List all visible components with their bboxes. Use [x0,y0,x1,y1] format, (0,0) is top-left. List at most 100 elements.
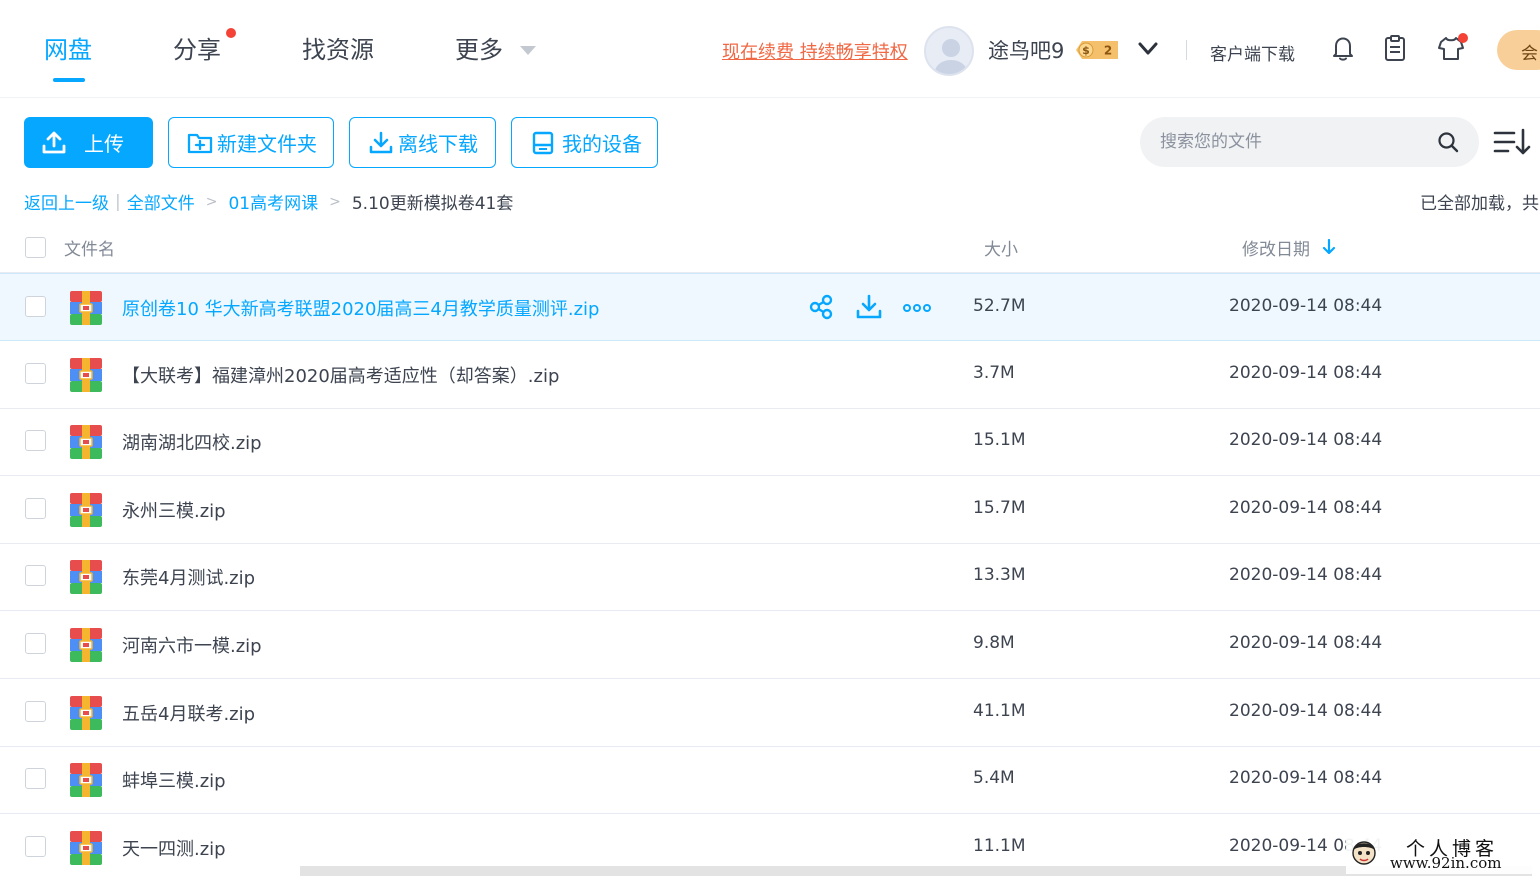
file-size: 15.7M [973,497,1026,518]
upload-button[interactable]: 上传 [24,117,153,168]
svg-text:$: $ [1082,44,1090,57]
column-header-size[interactable]: 大小 [984,235,1018,260]
file-row[interactable]: 河南六市一模.zip 9.8M 2020-09-14 08:44 [0,611,1540,679]
nav-tab-share[interactable]: 分享 [173,30,221,65]
file-name[interactable]: 原创卷10 华大新高考联盟2020届高三4月教学质量测评.zip [122,295,599,321]
loaded-status-text: 已全部加载，共 [1420,194,1539,214]
zip-file-icon [70,628,102,662]
zip-file-icon [70,695,102,730]
zip-file-icon [70,492,102,527]
avatar[interactable] [924,26,974,76]
row-checkbox[interactable] [25,362,46,384]
file-name[interactable]: 湖南湖北四校.zip [122,429,262,455]
nav-tab-more[interactable]: 更多 [455,30,503,65]
breadcrumb-item-folder[interactable]: 01高考网课 [228,189,318,214]
share-icon[interactable] [806,292,836,322]
offline-download-button-label: 离线下载 [398,132,478,156]
upload-button-label: 上传 [84,132,124,156]
my-devices-button[interactable]: 我的设备 [511,117,658,168]
file-row[interactable]: 五岳4月联考.zip 41.1M 2020-09-14 08:44 [0,679,1540,747]
renew-promo-link[interactable]: 现在续费 持续畅享特权 [722,38,908,64]
search-icon[interactable] [1436,130,1460,154]
file-row[interactable]: 蚌埠三模.zip 5.4M 2020-09-14 08:44 [0,746,1540,815]
file-modified-date: 2020-09-14 08:44 [1229,768,1383,789]
watermark: 个人博客 www.92in.com [1346,834,1532,874]
file-row[interactable]: 【大联考】福建漳州2020届高考适应性（却答案）.zip 3.7M 2020-0… [0,341,1540,409]
nav-divider [1186,40,1187,60]
zip-file-icon [70,425,102,460]
file-row[interactable]: 永州三模.zip 15.7M 2020-09-14 08:44 [0,476,1540,544]
new-folder-button[interactable]: 新建文件夹 [168,117,334,168]
nav-tab-netdisk[interactable]: 网盘 [44,30,92,65]
file-size: 13.3M [973,565,1026,586]
file-name[interactable]: 河南六市一模.zip [122,632,262,658]
file-size: 11.1M [973,835,1026,856]
file-name[interactable]: 五岳4月联考.zip [122,700,255,726]
file-name[interactable]: 东莞4月测试.zip [122,564,255,590]
file-modified-date: 2020-09-14 08:44 [1229,497,1383,518]
client-download-link[interactable]: 客户端下载 [1210,40,1295,65]
breadcrumb-back-link[interactable]: 返回上一级 [24,189,109,214]
username[interactable]: 途鸟吧9 [988,35,1064,65]
row-checkbox[interactable] [25,835,46,857]
file-name[interactable]: 【大联考】福建漳州2020届高考适应性（却答案）.zip [122,362,559,388]
column-header-date[interactable]: 修改日期 [1242,235,1310,260]
row-checkbox[interactable] [25,296,46,317]
file-size: 52.7M [973,296,1026,316]
clipboard-icon[interactable] [1380,33,1410,63]
folder-add-icon [187,133,213,153]
row-checkbox[interactable] [25,633,46,654]
new-folder-button-label: 新建文件夹 [217,132,317,156]
zip-file-icon [70,291,102,325]
offline-download-button[interactable]: 离线下载 [349,117,496,168]
file-name[interactable]: 永州三模.zip [122,497,226,523]
top-navbar: 网盘 分享 找资源 更多 现在续费 持续畅享特权 途鸟吧9 $ 2 客户端下载 … [0,0,1540,98]
file-modified-date: 2020-09-14 08:44 [1229,296,1383,316]
chevron-down-icon[interactable] [520,46,536,55]
more-options-icon[interactable] [902,292,932,322]
search-input[interactable] [1160,129,1420,155]
file-modified-date: 2020-09-14 08:44 [1229,430,1383,451]
zip-file-icon [70,560,102,595]
row-checkbox[interactable] [25,497,46,519]
search-box [1140,117,1479,167]
breadcrumb-divider: | [115,191,121,212]
breadcrumb: 返回上一级 | 全部文件 > 01高考网课 > 5.10更新模拟卷41套 [24,189,514,215]
file-name[interactable]: 天一四测.zip [122,835,226,861]
cartoon-avatar-icon [1352,841,1376,865]
watermark-url: www.92in.com [1390,854,1502,872]
file-row[interactable]: 湖南湖北四校.zip 15.1M 2020-09-14 08:44 [0,408,1540,477]
member-button-label: 会 [1521,44,1538,64]
skin-notification-dot [1458,33,1468,43]
file-row[interactable]: 原创卷10 华大新高考联盟2020届高三4月教学质量测评.zip 52.7M 2… [0,273,1540,341]
nav-tab-find-resources[interactable]: 找资源 [302,30,374,65]
user-menu-chevron-icon[interactable] [1138,41,1158,57]
sort-list-icon[interactable] [1492,126,1532,160]
breadcrumb-separator-icon: > [205,193,218,210]
row-checkbox[interactable] [25,768,46,790]
select-all-checkbox[interactable] [25,237,46,258]
bell-icon[interactable] [1328,33,1358,63]
column-header-name[interactable]: 文件名 [64,235,115,260]
arrow-down-icon[interactable] [1321,237,1337,257]
file-name[interactable]: 蚌埠三模.zip [122,767,226,793]
file-size: 9.8M [973,633,1015,653]
file-modified-date: 2020-09-14 08:44 [1229,700,1383,721]
file-size: 3.7M [973,362,1015,383]
breadcrumb-item-all-files[interactable]: 全部文件 [127,189,195,214]
my-devices-button-label: 我的设备 [562,132,642,156]
zip-file-icon [70,357,102,392]
breadcrumb-current: 5.10更新模拟卷41套 [351,194,514,214]
member-button[interactable]: 会 [1497,30,1540,70]
row-checkbox[interactable] [25,430,46,452]
breadcrumb-separator-icon: > [329,193,341,210]
file-row[interactable]: 东莞4月测试.zip 13.3M 2020-09-14 08:44 [0,543,1540,612]
row-checkbox[interactable] [25,700,46,722]
download-icon [369,131,393,153]
file-table-header: 文件名 大小 修改日期 [0,222,1540,273]
zip-file-icon [70,763,102,798]
vip-badge-icon: $ 2 [1076,41,1118,59]
download-icon[interactable] [854,292,884,322]
file-modified-date: 2020-09-14 08:44 [1229,565,1383,586]
row-checkbox[interactable] [25,565,46,587]
